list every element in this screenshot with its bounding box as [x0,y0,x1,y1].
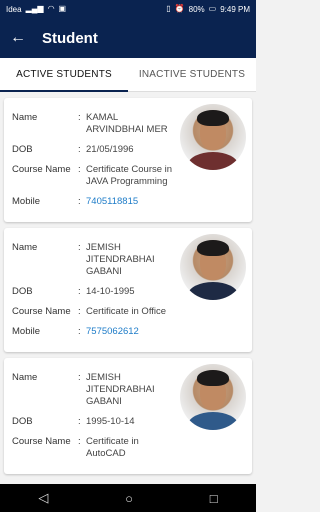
student-dob: 14-10-1995 [86,286,135,297]
student-mobile-link[interactable]: 7405118815 [86,196,176,208]
gallery-icon: ▣ [58,4,67,13]
name-label: Name [12,372,38,383]
battery-percent: 80% [188,4,205,14]
mobile-label: Mobile [12,326,40,337]
battery-icon: ▭ [208,4,217,13]
mobile-label: Mobile [12,196,40,207]
status-bar: Idea ▂▄▆ ◠ ▣ ▯ ⏰ 80% ▭ 9:49 PM [0,0,256,18]
back-arrow-icon[interactable]: ← [10,29,32,47]
dob-label: DOB [12,416,33,427]
course-label: Course Name [12,436,71,447]
student-avatar [180,234,246,300]
page-title: Student [42,29,98,47]
student-list: Name: KAMAL ARVINDBHAI MER DOB:21/05/1996… [0,98,256,474]
tab-bar: ACTIVE STUDENTS INACTIVE STUDENTS [0,58,256,92]
student-avatar [180,104,246,170]
student-dob: 21/05/1996 [86,144,134,155]
student-avatar [180,364,246,430]
name-label: Name [12,242,38,253]
student-name: JEMISH JITENDRABHAI GABANI [86,242,155,277]
vibrate-icon: ▯ [166,4,171,13]
dob-label: DOB [12,144,33,155]
name-label: Name [12,112,38,123]
nav-recents-icon[interactable]: □ [210,491,218,506]
nav-home-icon[interactable]: ○ [125,491,133,506]
nav-back-icon[interactable]: ◁ [38,490,48,506]
wifi-icon: ◠ [47,4,55,13]
tab-inactive-students[interactable]: INACTIVE STUDENTS [128,58,256,91]
clock: 9:49 PM [220,4,250,14]
carrier-label: Idea [6,4,22,14]
dob-label: DOB [12,286,33,297]
alarm-icon: ⏰ [174,4,185,13]
student-course: Certificate in Office [86,306,167,317]
student-card[interactable]: Name: JEMISH JITENDRABHAI GABANI DOB:14-1… [4,228,252,352]
tab-active-students[interactable]: ACTIVE STUDENTS [0,58,128,91]
student-course: Certificate Course in JAVA Programming [86,164,173,187]
student-card[interactable]: Name: JEMISH JITENDRABHAI GABANI DOB:1995… [4,358,252,474]
signal-icon: ▂▄▆ [25,4,44,13]
system-nav-bar: ◁ ○ □ [0,484,256,512]
course-label: Course Name [12,306,71,317]
student-mobile-link[interactable]: 7575062612 [86,326,176,338]
student-name: JEMISH JITENDRABHAI GABANI [86,372,155,407]
student-card[interactable]: Name: KAMAL ARVINDBHAI MER DOB:21/05/1996… [4,98,252,222]
student-name: KAMAL ARVINDBHAI MER [86,112,168,135]
tab-indicator [0,90,128,92]
app-bar: ← Student [0,18,256,58]
course-label: Course Name [12,164,71,175]
student-course: Certificate in AutoCAD [86,436,139,459]
student-dob: 1995-10-14 [86,416,135,427]
